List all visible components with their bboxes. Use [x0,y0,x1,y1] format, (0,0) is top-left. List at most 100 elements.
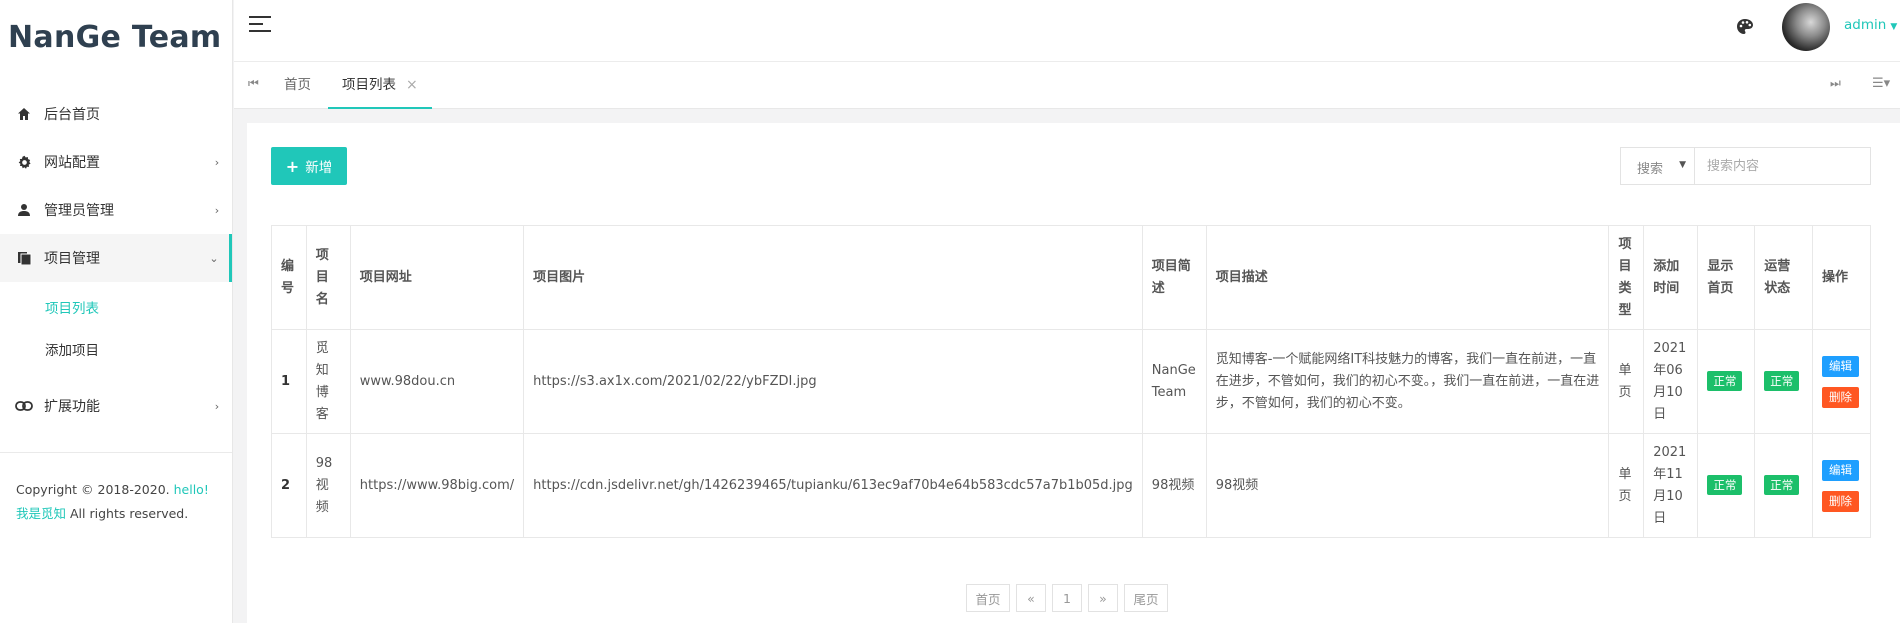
tab-bar: ⏮ 首页 项目列表 × ⏭ ☰▾ [234,62,1900,109]
avatar[interactable] [1782,3,1830,51]
chevron-right-icon: › [214,155,220,169]
page-last[interactable]: 尾页 [1124,584,1168,612]
column-header-ops: 操作 [1812,225,1871,330]
pagination: 首页 « 1 » 尾页 [966,584,1168,612]
page-prev[interactable]: « [1016,584,1046,612]
copyright: Copyright © 2018-2020. hello! 我是觅知 All r… [16,478,221,526]
submenu-item-project-list[interactable]: 项目列表 [0,288,232,330]
delete-button[interactable]: 删除 [1822,490,1860,512]
username: admin [1844,17,1887,33]
page-first[interactable]: 首页 [966,584,1010,612]
main-panel: + 新增 搜索 ▼ 编号 项目名 项目网址 项目图片 项目简述 项目描述 项目类型 … [247,123,1900,623]
sidebar-item-label: 管理员管理 [44,203,114,219]
sidebar-item-dashboard[interactable]: 后台首页 [0,90,232,138]
book-icon [14,248,34,268]
sidebar-item-label: 扩展功能 [44,399,100,415]
project-submenu: 项目列表 添加项目 [0,282,232,382]
search-select[interactable]: 搜索 ▼ [1620,147,1695,185]
delete-button[interactable]: 删除 [1822,386,1860,408]
link-icon [14,396,34,416]
tab-home[interactable]: 首页 [284,62,311,109]
cell-url: https://www.98big.com/ [349,433,525,538]
cell-ops: 编辑 删除 [1812,433,1871,538]
table-row: 2 98视频 https://www.98big.com/ https://cd… [271,433,1871,538]
sidebar-menu: 后台首页 网站配置 › 管理员管理 › 项目管理 ⌄ 项目列表 添加项目 扩展功… [0,90,232,430]
project-table: 编号 项目名 项目网址 项目图片 项目简述 项目描述 项目类型 添加时间 显示首… [271,225,1871,538]
menu-toggle-icon[interactable] [249,16,271,36]
cell-image: https://s3.ax1x.com/2021/02/22/ybFZDI.jp… [523,329,1143,434]
caret-down-icon: ▼ [1679,160,1686,170]
page-number[interactable]: 1 [1052,584,1082,612]
page-next[interactable]: » [1088,584,1118,612]
cell-brief: 98视频 [1141,433,1207,538]
cell-type: 单页 [1608,329,1645,434]
tab-label: 项目列表 [342,77,396,93]
table-header-row: 编号 项目名 项目网址 项目图片 项目简述 项目描述 项目类型 添加时间 显示首… [271,225,1871,330]
cell-desc: 98视频 [1205,433,1610,538]
cell-time: 2021年06月10日 [1643,329,1699,434]
edit-button[interactable]: 编辑 [1822,459,1860,481]
cell-id: 2 [271,433,307,538]
column-header-id: 编号 [271,225,307,330]
status-badge: 正常 [1707,474,1743,495]
column-header-name: 项目名 [305,225,351,330]
status-badge: 正常 [1764,474,1800,495]
sidebar-item-label: 网站配置 [44,155,100,171]
top-header: admin ▼ [234,0,1900,62]
tab-menu-icon[interactable]: ☰▾ [1872,76,1890,91]
scroll-right-icon[interactable]: ⏭ [1830,76,1841,91]
copyright-suffix: All rights reserved. [70,506,189,521]
cell-desc: 觅知博客-一个赋能网络IT科技魅力的博客，我们一直在前进，一直在进步，不管如何，… [1205,329,1610,434]
cell-ops: 编辑 删除 [1812,329,1871,434]
user-menu[interactable]: admin ▼ [1844,17,1897,33]
cell-home: 正常 [1697,329,1756,434]
cell-image: https://cdn.jsdelivr.net/gh/1426239465/t… [523,433,1143,538]
cell-time: 2021年11月10日 [1643,433,1699,538]
cell-name: 觅知博客 [305,329,351,434]
add-label: 新增 [305,160,333,176]
plus-icon: + [285,156,300,176]
column-header-image: 项目图片 [523,225,1143,330]
sidebar-item-site-config[interactable]: 网站配置 › [0,138,232,186]
home-icon [14,104,34,124]
cell-url: www.98dou.cn [349,329,525,434]
chevron-right-icon: › [214,203,220,217]
column-header-home: 显示首页 [1697,225,1756,330]
status-badge: 正常 [1764,370,1800,391]
sidebar-item-label: 项目管理 [44,251,100,267]
search-select-value: 搜索 [1637,162,1664,177]
status-badge: 正常 [1707,370,1743,391]
sidebar-item-label: 后台首页 [44,107,100,123]
table-row: 1 觅知博客 www.98dou.cn https://s3.ax1x.com/… [271,329,1871,434]
sidebar-item-admin-management[interactable]: 管理员管理 › [0,186,232,234]
column-header-type: 项目类型 [1608,225,1645,330]
cell-id: 1 [271,329,307,434]
sidebar-item-project-management[interactable]: 项目管理 ⌄ [0,234,232,282]
cell-home: 正常 [1697,433,1756,538]
gear-icon [14,152,34,172]
tab-label: 首页 [284,77,311,93]
add-button[interactable]: + 新增 [271,147,347,185]
sidebar-item-extensions[interactable]: 扩展功能 › [0,382,232,430]
palette-icon[interactable] [1736,18,1756,38]
column-header-time: 添加时间 [1643,225,1699,330]
scroll-left-icon[interactable]: ⏮ [248,76,259,91]
cell-brief: NanGe Team [1141,329,1207,434]
user-icon [14,200,34,220]
cell-type: 单页 [1608,433,1645,538]
caret-down-icon: ▼ [1890,22,1898,32]
cell-status: 正常 [1754,329,1814,434]
column-header-brief: 项目简述 [1141,225,1207,330]
cell-status: 正常 [1754,433,1814,538]
search-input[interactable] [1694,147,1871,185]
column-header-status: 运营状态 [1754,225,1814,330]
logo: NanGe Team [8,20,222,55]
submenu-item-add-project[interactable]: 添加项目 [0,330,232,372]
cell-name: 98视频 [305,433,351,538]
chevron-right-icon: › [214,399,220,413]
sidebar-divider [0,452,232,453]
copyright-prefix: Copyright © 2018-2020. [16,482,170,497]
edit-button[interactable]: 编辑 [1822,355,1860,377]
tab-project-list[interactable]: 项目列表 × [328,62,432,109]
close-icon[interactable]: × [406,77,418,93]
